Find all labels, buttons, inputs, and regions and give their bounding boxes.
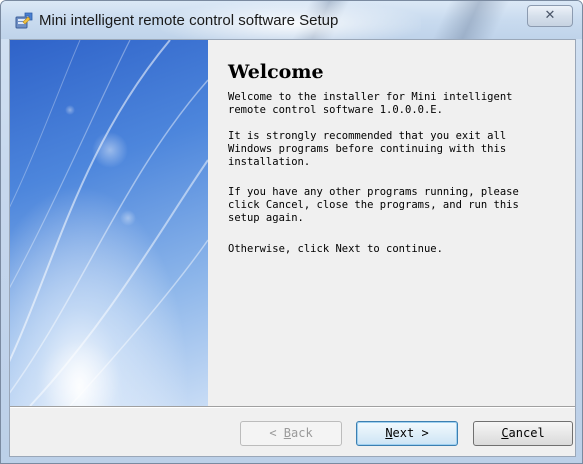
installer-icon (15, 12, 33, 29)
intro-paragraph: Welcome to the installer for Mini intell… (228, 91, 513, 116)
close-icon: ✕ (544, 8, 556, 23)
welcome-panel: Welcome Welcome to the installer for Min… (208, 40, 575, 406)
sidebar-artwork (10, 40, 208, 406)
recommendation-paragraph: It is strongly recommended that you exit… (228, 130, 507, 168)
window-title: Mini intelligent remote control software… (39, 12, 339, 29)
next-button-label: ext > (392, 426, 429, 440)
sidebar-banner-image (10, 40, 208, 406)
cancel-button-label: ancel (508, 426, 545, 440)
setup-window: Mini intelligent remote control software… (0, 0, 583, 464)
title-bar[interactable]: Mini intelligent remote control software… (1, 1, 582, 39)
cancel-button-mnemonic: C (501, 426, 509, 440)
cancel-button[interactable]: Cancel (473, 421, 573, 446)
next-button-mnemonic: N (385, 426, 393, 440)
button-bar-divider (10, 406, 575, 408)
close-button[interactable]: ✕ (527, 5, 573, 27)
back-button-mnemonic: B (283, 426, 291, 440)
continue-paragraph: Otherwise, click Next to continue. (228, 243, 443, 255)
wizard-body: Welcome Welcome to the installer for Min… (9, 39, 576, 457)
next-button[interactable]: Next > (356, 421, 458, 446)
title-bar-decoration (432, 1, 510, 39)
back-button-prefix: < (269, 426, 284, 440)
page-title: Welcome (228, 61, 324, 83)
back-button[interactable]: < Back (240, 421, 342, 446)
other-programs-paragraph: If you have any other programs running, … (228, 186, 519, 224)
back-button-label: ack (291, 426, 313, 440)
